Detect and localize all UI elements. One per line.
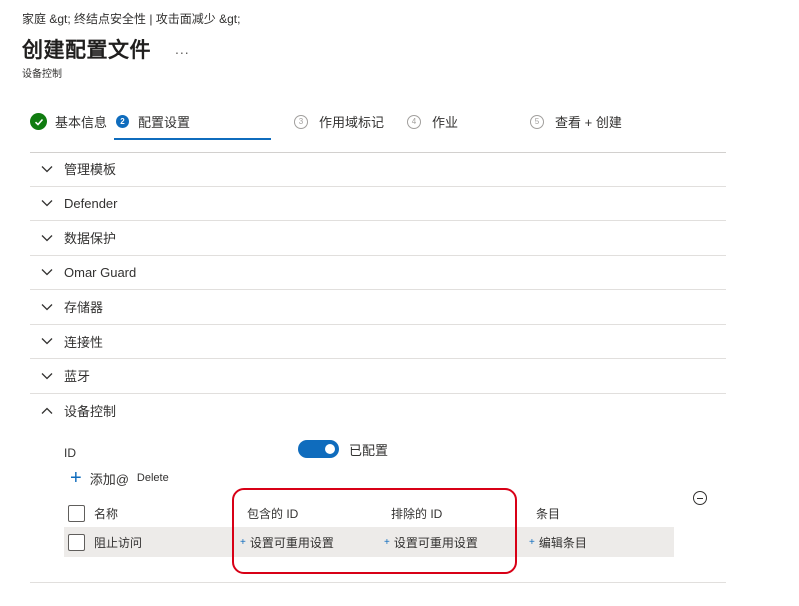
step-review-create[interactable]: 5 查看 + 创建	[530, 112, 622, 131]
section-label: 存储器	[64, 300, 104, 316]
step-number-icon: 5	[530, 114, 544, 129]
plus-icon[interactable]: +	[70, 468, 82, 488]
chevron-down-icon	[30, 199, 64, 207]
step-assignments[interactable]: 4 作业	[407, 112, 458, 131]
section-label: Defender	[64, 195, 118, 211]
chevron-down-icon	[30, 234, 64, 242]
section-defender[interactable]: Defender	[30, 187, 726, 221]
delete-button[interactable]: Delete	[137, 472, 169, 484]
link-label: 编辑条目	[538, 535, 587, 550]
step-label: 作业	[432, 115, 459, 130]
link-label: 设置可重用设置	[249, 535, 334, 550]
divider	[30, 582, 726, 583]
chevron-down-icon	[30, 268, 64, 276]
section-connectivity[interactable]: 连接性	[30, 325, 726, 359]
section-label: 数据保护	[64, 231, 117, 247]
step-configuration-settings[interactable]: 2 配置设置	[116, 112, 190, 131]
section-bluetooth[interactable]: 蓝牙	[30, 359, 726, 394]
step-number-icon: 2	[116, 115, 129, 128]
chevron-down-icon	[30, 165, 64, 173]
section-data-protection[interactable]: 数据保护	[30, 221, 726, 256]
section-device-control[interactable]: 设备控制	[30, 394, 726, 429]
wizard-steps: 基本信息 2 配置设置 3 作用域标记 4 作业 5 查看 + 创建	[30, 112, 730, 142]
step-scope-tags[interactable]: 3 作用域标记	[294, 112, 384, 131]
more-options-button[interactable]: ...	[175, 41, 190, 57]
column-header-entries: 条目	[536, 506, 561, 521]
active-step-indicator	[114, 138, 271, 140]
plus-icon: +	[384, 536, 390, 548]
section-admin-templates[interactable]: 管理模板	[30, 152, 726, 187]
breadcrumb[interactable]: 家庭 &gt; 终结点安全性 | 攻击面减少 &gt;	[22, 10, 240, 27]
row-name: 阻止访问	[94, 535, 143, 550]
excluded-ids-link[interactable]: + 设置可重用设置	[384, 527, 478, 557]
link-label: 设置可重用设置	[393, 535, 478, 550]
page-subtitle: 设备控制	[22, 69, 62, 80]
step-number-icon: 3	[294, 114, 308, 129]
column-header-included-ids: 包含的 ID	[247, 506, 299, 521]
chevron-down-icon	[30, 303, 64, 311]
column-header-excluded-ids: 排除的 ID	[391, 506, 443, 521]
add-button[interactable]: 添加@	[90, 469, 129, 488]
section-label: 管理模板	[64, 162, 117, 178]
plus-icon: +	[529, 536, 535, 548]
step-label: 查看 + 创建	[555, 115, 622, 130]
section-label: 蓝牙	[64, 369, 91, 385]
plus-icon: +	[240, 536, 246, 548]
chevron-down-icon	[30, 372, 64, 380]
id-setting-label: ID	[64, 446, 76, 460]
chevron-down-icon	[30, 337, 64, 345]
select-all-checkbox[interactable]	[68, 504, 85, 522]
column-header-name: 名称	[94, 506, 119, 521]
checkmark-icon	[30, 113, 47, 130]
section-storage[interactable]: 存储器	[30, 290, 726, 325]
row-checkbox[interactable]	[68, 533, 85, 551]
title-row: 创建配置文件 ...	[22, 34, 190, 64]
remove-circle-icon[interactable]	[693, 491, 707, 505]
step-number-icon: 4	[407, 114, 421, 129]
table-header: 名称 包含的 ID 排除的 ID 条目	[64, 498, 674, 528]
section-omar-guard[interactable]: Omar Guard	[30, 256, 726, 290]
toggle-label: 已配置	[349, 443, 389, 458]
section-label: 连接性	[64, 334, 104, 350]
page-title: 创建配置文件	[22, 39, 151, 62]
configured-toggle[interactable]	[298, 440, 339, 458]
chevron-up-icon	[30, 407, 64, 415]
toggle-knob	[325, 444, 335, 454]
step-basics[interactable]: 基本信息	[30, 112, 107, 131]
settings-accordion: 管理模板 Defender 数据保护 Omar Guard 存储器 连接性 蓝牙…	[30, 152, 726, 428]
included-ids-link[interactable]: + 设置可重用设置	[240, 527, 334, 557]
table-row: 阻止访问 + 设置可重用设置 + 设置可重用设置 + 编辑条目	[64, 527, 674, 557]
step-label: 基本信息	[55, 115, 108, 130]
step-label: 配置设置	[138, 115, 191, 130]
section-label: 设备控制	[64, 404, 117, 420]
step-label: 作用域标记	[319, 115, 385, 130]
section-label: Omar Guard	[64, 264, 137, 280]
edit-entries-link[interactable]: + 编辑条目	[529, 527, 587, 557]
add-row: + 添加@ Delete	[70, 468, 169, 488]
